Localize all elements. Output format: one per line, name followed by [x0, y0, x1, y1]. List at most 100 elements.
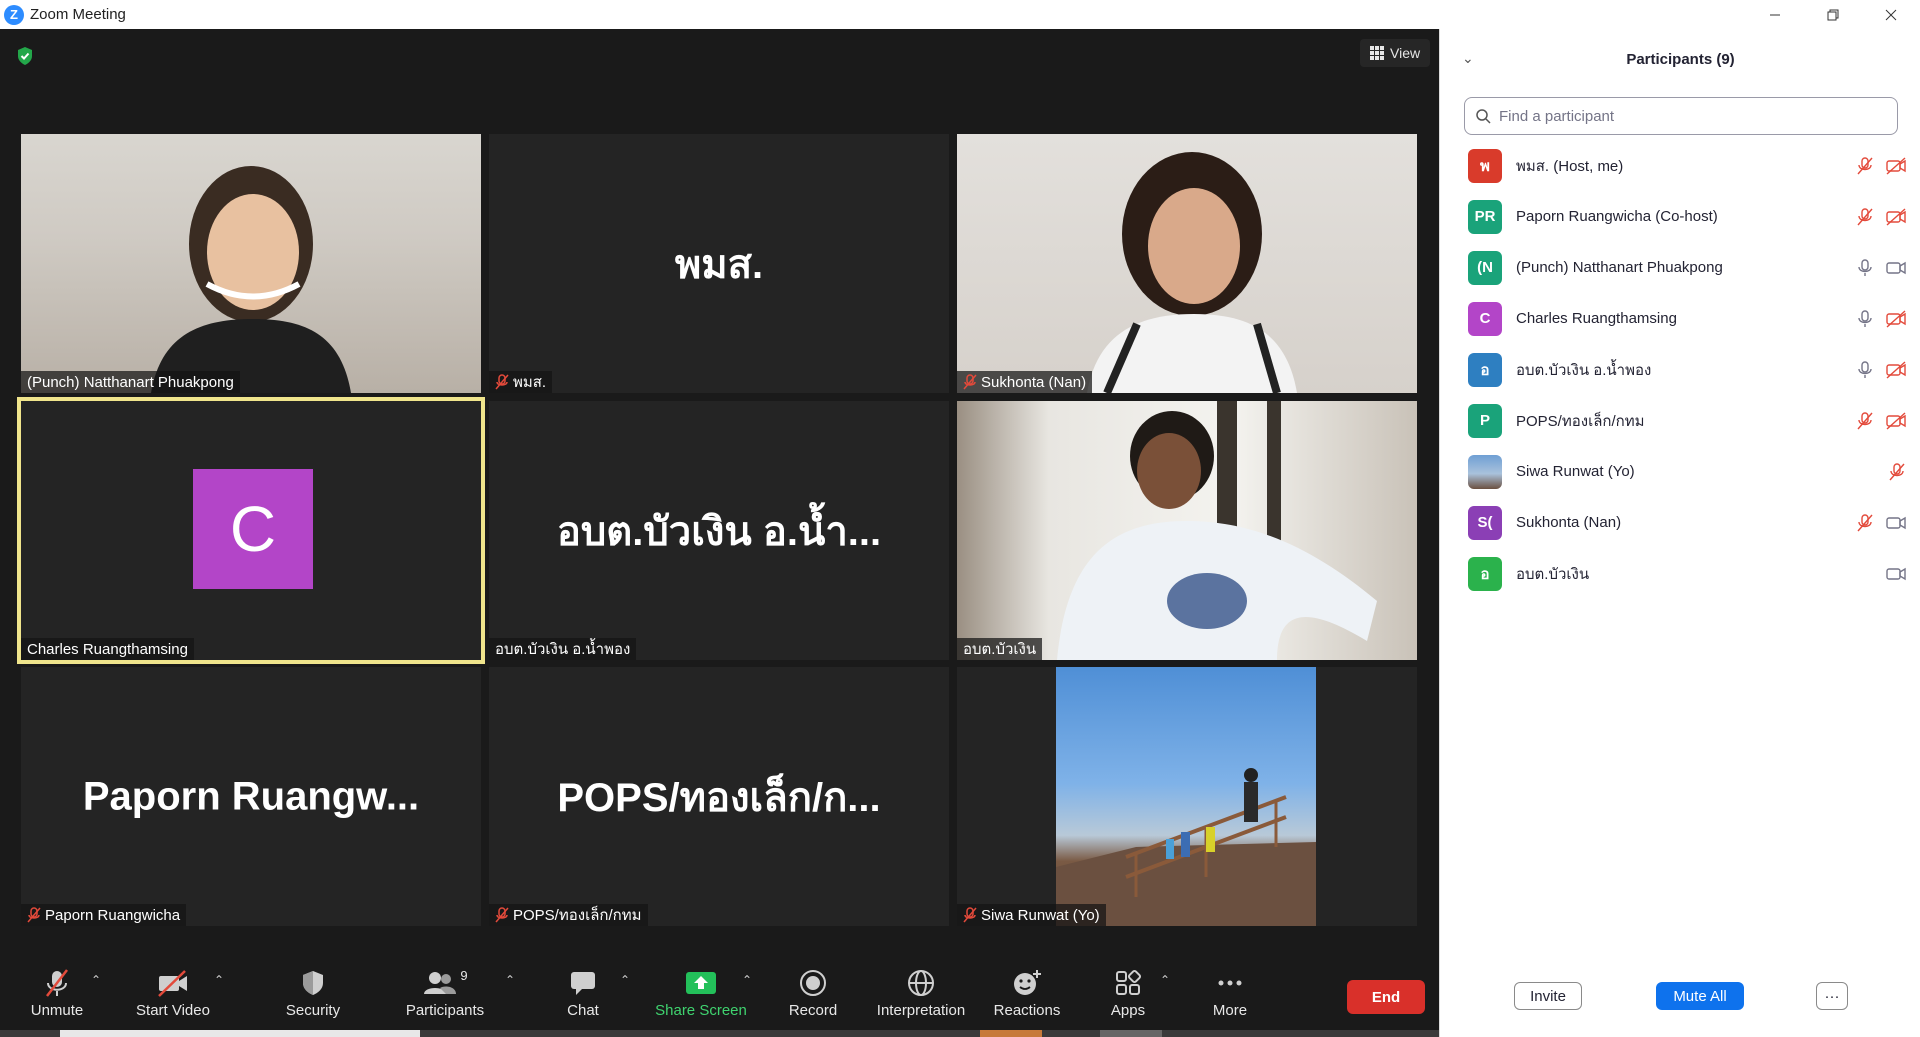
minimize-button[interactable]: [1746, 0, 1804, 29]
participant-avatar: พ: [1468, 148, 1502, 183]
window-title: Zoom Meeting: [30, 6, 126, 23]
participant-row[interactable]: P POPS/ทองเล็ก/กทม: [1440, 395, 1920, 446]
security-button[interactable]: Security: [258, 968, 368, 1019]
video-tile-punch[interactable]: (Punch) Natthanart Phuakpong: [21, 134, 481, 393]
view-button[interactable]: View: [1360, 39, 1431, 67]
video-on-icon[interactable]: [1885, 564, 1907, 584]
mic-on-icon[interactable]: [1855, 360, 1875, 380]
audio-options-caret-icon[interactable]: ⌃: [91, 973, 101, 987]
share-screen-button[interactable]: Share Screen: [646, 968, 756, 1019]
video-options-caret-icon[interactable]: ⌃: [214, 973, 224, 987]
participant-name: พมส. (Host, me): [1516, 157, 1624, 175]
tile-name-label: POPS/ทองเล็ก/กทม: [489, 904, 648, 926]
participant-name: Charles Ruangthamsing: [1516, 310, 1677, 327]
tile-name-label: (Punch) Natthanart Phuakpong: [21, 371, 240, 393]
participant-row[interactable]: PR Paporn Ruangwicha (Co-host): [1440, 191, 1920, 242]
participant-list: พ พมส. (Host, me) PR Paporn Ruangwicha (…: [1440, 140, 1920, 599]
video-tile-obt-buangoen-namphong[interactable]: อบต.บัวเงิน อ.น้ำ... อบต.บัวเงิน อ.น้ำพอ…: [489, 401, 949, 660]
end-meeting-button[interactable]: End: [1347, 980, 1425, 1014]
mic-muted-icon[interactable]: [1855, 207, 1875, 227]
video-tile-sukhonta[interactable]: Sukhonta (Nan): [957, 134, 1417, 393]
minimize-icon: [1770, 14, 1780, 15]
person-silhouette-icon: [1087, 152, 1297, 393]
participant-video: [1056, 667, 1316, 926]
tile-big-name: อบต.บัวเงิน อ.น้ำ...: [556, 509, 882, 554]
participants-button[interactable]: 9 Participants: [390, 968, 500, 1019]
apps-options-caret-icon[interactable]: ⌃: [1160, 973, 1170, 987]
panel-title: Participants (9): [1626, 50, 1735, 68]
participants-count: 9: [460, 968, 468, 983]
participant-avatar: S(: [1468, 505, 1502, 540]
video-off-icon[interactable]: [1885, 411, 1907, 431]
record-button[interactable]: Record: [758, 968, 868, 1019]
invite-button[interactable]: Invite: [1514, 982, 1582, 1010]
participant-video: [21, 134, 481, 393]
mute-all-button[interactable]: Mute All: [1656, 982, 1744, 1010]
tile-name-label: Paporn Ruangwicha: [21, 904, 187, 926]
tile-big-name: POPS/ทองเล็ก/ก...: [557, 775, 881, 820]
more-dots-icon: [1218, 980, 1242, 986]
video-off-icon[interactable]: [1885, 156, 1907, 176]
interpretation-button[interactable]: Interpretation: [866, 968, 976, 1019]
mic-muted-icon[interactable]: [1855, 513, 1875, 533]
participant-row[interactable]: อ อบต.บัวเงิน อ.น้ำพอง: [1440, 344, 1920, 395]
participant-row[interactable]: พ พมส. (Host, me): [1440, 140, 1920, 191]
mic-muted-icon: [495, 907, 509, 923]
participant-row[interactable]: Siwa Runwat (Yo): [1440, 446, 1920, 497]
video-on-icon[interactable]: [1885, 258, 1907, 278]
mic-muted-icon: [495, 374, 509, 390]
mic-muted-icon[interactable]: [1855, 411, 1875, 431]
participant-row[interactable]: C Charles Ruangthamsing: [1440, 293, 1920, 344]
video-tile-host[interactable]: พมส. พมส.: [489, 134, 949, 393]
participant-row[interactable]: อ อบต.บัวเงิน: [1440, 548, 1920, 599]
video-off-icon[interactable]: [1885, 207, 1907, 227]
video-off-icon[interactable]: [1885, 309, 1907, 329]
participant-avatar: (N: [1468, 250, 1502, 285]
search-icon: [1476, 109, 1491, 124]
participant-name: Sukhonta (Nan): [1516, 514, 1622, 531]
video-on-icon[interactable]: [1885, 513, 1907, 533]
participant-row[interactable]: (N (Punch) Natthanart Phuakpong: [1440, 242, 1920, 293]
participant-row[interactable]: S( Sukhonta (Nan): [1440, 497, 1920, 548]
panel-more-button[interactable]: ···: [1816, 982, 1848, 1010]
video-tile-charles-active-speaker[interactable]: C Charles Ruangthamsing: [17, 397, 485, 664]
meeting-area: View (Punch) Natthanart Phuakpong พมส. พ…: [0, 29, 1439, 1037]
restore-button[interactable]: [1804, 0, 1862, 29]
participant-avatar: C: [1468, 301, 1502, 336]
mic-muted-icon: [46, 969, 68, 997]
start-video-button[interactable]: Start Video: [118, 968, 228, 1019]
mic-on-icon[interactable]: [1855, 258, 1875, 278]
video-tile-paporn[interactable]: Paporn Ruangw... Paporn Ruangwicha: [21, 667, 481, 926]
video-off-icon[interactable]: [1885, 360, 1907, 380]
reactions-button[interactable]: Reactions: [972, 968, 1082, 1019]
mic-on-icon[interactable]: [1855, 309, 1875, 329]
share-options-caret-icon[interactable]: ⌃: [742, 973, 752, 987]
tile-big-name: พมส.: [674, 242, 764, 287]
close-button[interactable]: [1862, 0, 1920, 29]
video-tile-pops[interactable]: POPS/ทองเล็ก/ก... POPS/ทองเล็ก/กทม: [489, 667, 949, 926]
person-silhouette-icon: [151, 166, 351, 393]
participant-name: POPS/ทองเล็ก/กทม: [1516, 412, 1645, 430]
mic-muted-icon[interactable]: [1887, 462, 1907, 482]
encryption-shield-icon[interactable]: [16, 46, 34, 66]
participant-video: [957, 401, 1417, 660]
video-tile-obt-buangoen[interactable]: อบต.บัวเงิน: [957, 401, 1417, 660]
video-tile-siwa[interactable]: Siwa Runwat (Yo): [957, 667, 1417, 926]
participants-options-caret-icon[interactable]: ⌃: [505, 973, 515, 987]
search-input[interactable]: [1499, 107, 1879, 125]
close-icon: [1885, 9, 1897, 20]
participant-name: อบต.บัวเงิน: [1516, 565, 1590, 583]
participant-avatar: อ: [1468, 352, 1502, 387]
taskbar-segment: [980, 1030, 1042, 1037]
more-button[interactable]: More: [1175, 968, 1285, 1019]
title-bar: Z Zoom Meeting: [0, 0, 1920, 29]
tile-name-label: พมส.: [489, 371, 553, 393]
apps-icon: [1116, 969, 1142, 995]
participant-video: [957, 134, 1417, 393]
tile-name-label: Charles Ruangthamsing: [21, 638, 194, 660]
participant-avatar: P: [1468, 403, 1502, 438]
participant-name: Paporn Ruangwicha (Co-host): [1516, 208, 1718, 225]
chat-options-caret-icon[interactable]: ⌃: [620, 973, 630, 987]
mic-muted-icon[interactable]: [1855, 156, 1875, 176]
tile-name-label: อบต.บัวเงิน: [957, 638, 1043, 660]
